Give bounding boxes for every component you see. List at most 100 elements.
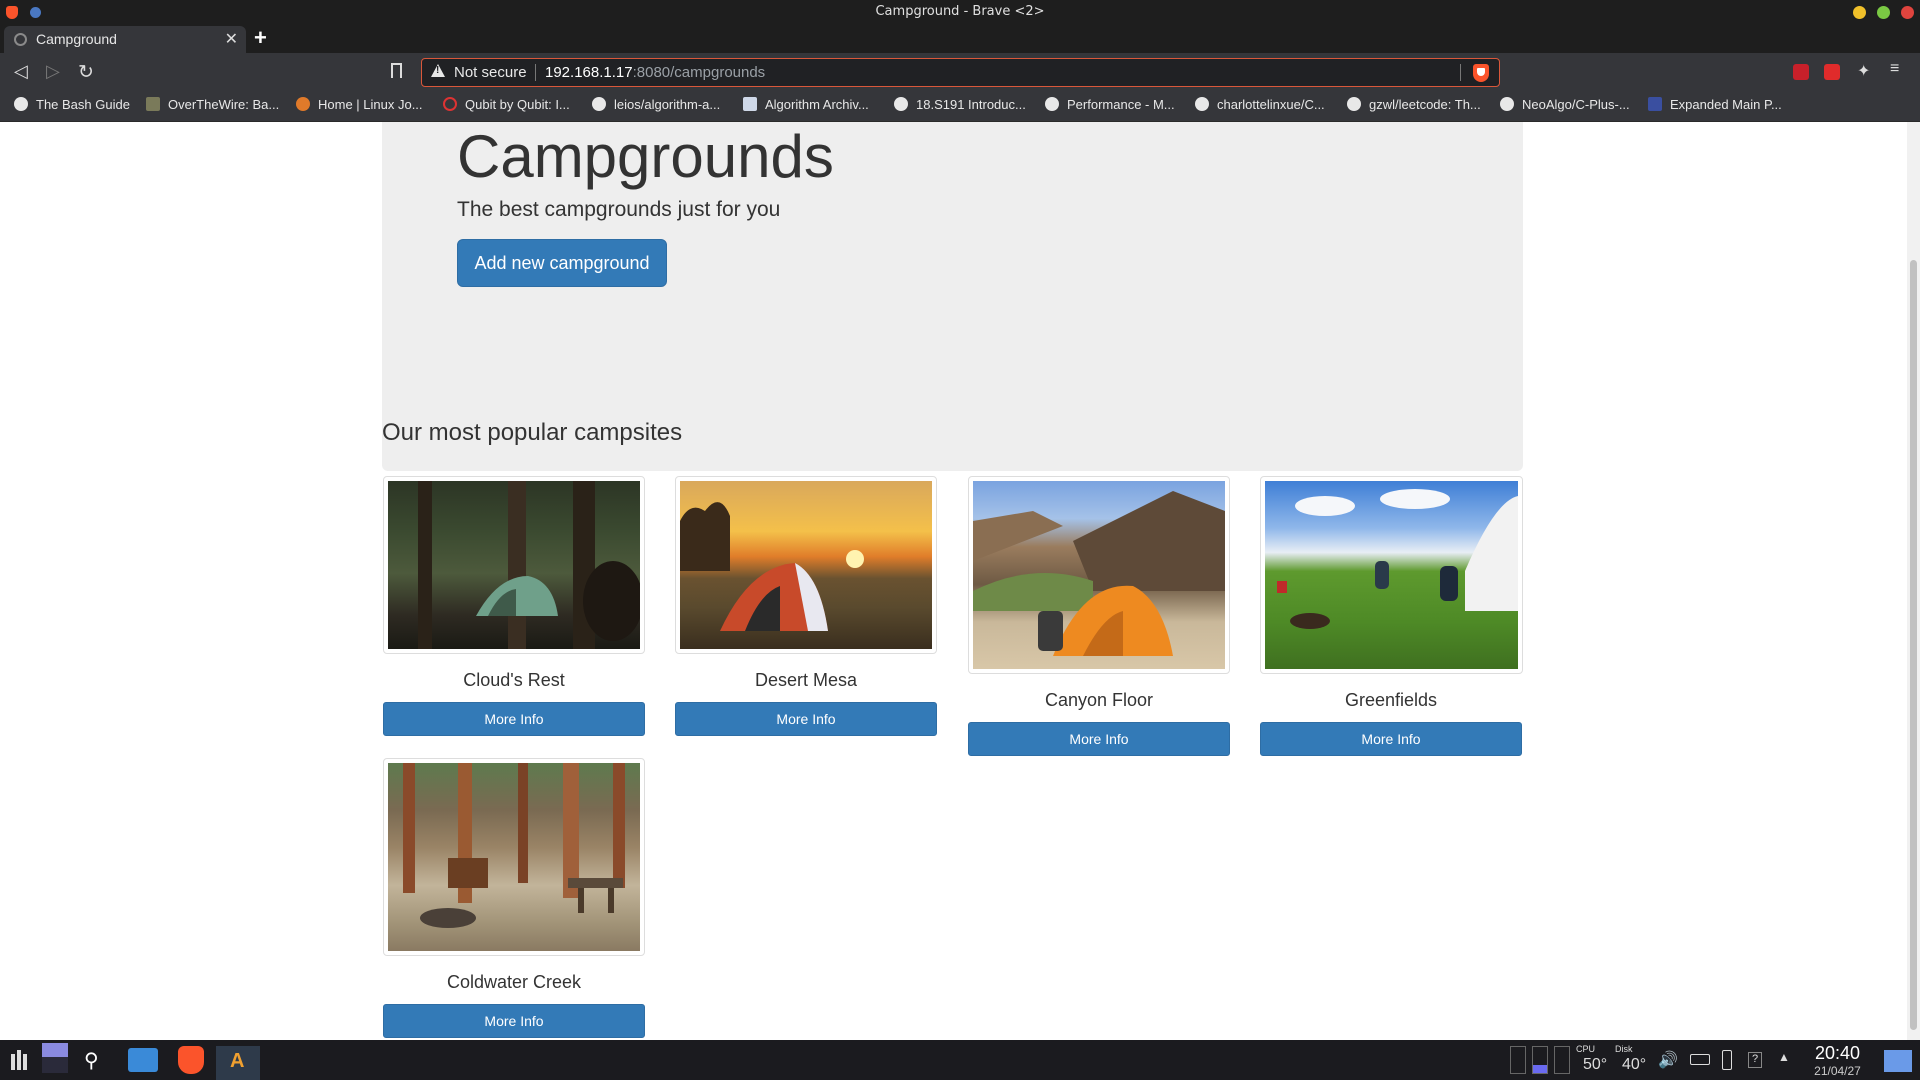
cpu-temp: 50° xyxy=(1583,1056,1608,1073)
divider xyxy=(535,64,536,81)
bookmark-item[interactable]: leios/algorithm-a... xyxy=(592,97,720,112)
reload-button[interactable]: ↻ xyxy=(78,61,94,84)
bookmark-item[interactable]: Expanded Main P... xyxy=(1648,97,1782,112)
campground-image-greenfields xyxy=(1265,481,1518,669)
sunset-tent-illustration xyxy=(680,502,864,631)
github-icon xyxy=(592,97,606,111)
brave-shields-icon[interactable] xyxy=(1473,64,1489,82)
campground-name: Desert Mesa xyxy=(754,670,858,690)
address-bar[interactable]: Not secure 192.168.1.17:8080/campgrounds xyxy=(421,58,1500,87)
more-info-button[interactable]: More Info xyxy=(675,702,937,736)
campground-thumbnail[interactable] xyxy=(968,476,1230,674)
bookmark-label: Qubit by Qubit: I... xyxy=(465,97,570,112)
bookmark-item[interactable]: Algorithm Archiv... xyxy=(743,97,869,112)
linux-journey-icon xyxy=(296,97,310,111)
bookmark-item[interactable]: The Bash Guide xyxy=(14,97,130,112)
more-info-button[interactable]: More Info xyxy=(968,722,1230,756)
bookmark-label: leios/algorithm-a... xyxy=(614,97,721,112)
window-title: Campground - Brave <2> xyxy=(875,4,1045,19)
campground-image-desert-mesa xyxy=(680,481,932,649)
clock[interactable]: 20:40 21/04/27 xyxy=(1800,1043,1875,1078)
canyon-tent-illustration xyxy=(973,491,1225,656)
workspace-1-indicator[interactable] xyxy=(1510,1046,1526,1074)
tab-strip: Campground ✕ + xyxy=(0,25,1920,53)
field-camp-illustration xyxy=(1277,489,1518,629)
bookmark-item[interactable]: OverTheWire: Ba... xyxy=(146,97,279,112)
campground-name: Coldwater Creek xyxy=(446,972,582,992)
security-status[interactable]: Not secure xyxy=(454,64,527,81)
creek-campsite-illustration xyxy=(403,763,625,928)
minimize-button[interactable] xyxy=(1853,6,1866,19)
page-title: Campgrounds xyxy=(457,123,834,190)
extension-s-icon[interactable] xyxy=(1824,64,1840,80)
divider xyxy=(382,453,1523,454)
workspace-2-indicator[interactable] xyxy=(1532,1046,1548,1074)
book-icon xyxy=(743,97,757,111)
campground-thumbnail[interactable] xyxy=(383,758,645,956)
more-info-button[interactable]: More Info xyxy=(383,702,645,736)
workspace-switcher[interactable] xyxy=(42,1043,68,1073)
scrollbar-thumb[interactable] xyxy=(1910,260,1917,1030)
qubit-icon xyxy=(443,97,457,111)
bookmark-label: 18.S191 Introduc... xyxy=(916,97,1026,112)
document-icon xyxy=(1648,97,1662,111)
bookmark-item[interactable]: 18.S191 Introduc... xyxy=(894,97,1026,112)
workspace-3-indicator[interactable] xyxy=(1554,1046,1570,1074)
file-manager-icon[interactable] xyxy=(128,1048,158,1072)
bookmark-item[interactable]: NeoAlgo/C-Plus-... xyxy=(1500,97,1630,112)
bookmark-label: charlottelinxue/C... xyxy=(1217,97,1325,112)
menu-icon[interactable]: ≡ xyxy=(1890,60,1899,78)
bookmark-item[interactable]: charlottelinxue/C... xyxy=(1195,97,1325,112)
page-scrollbar[interactable] xyxy=(1907,122,1920,1040)
app-menu-icon[interactable] xyxy=(11,1050,29,1070)
new-tab-button[interactable]: + xyxy=(254,25,267,51)
forward-button[interactable]: ▷ xyxy=(46,61,60,82)
campground-thumbnail[interactable] xyxy=(1260,476,1523,674)
back-button[interactable]: ◁ xyxy=(14,61,28,82)
os-taskbar: ⚲ A CPU 50° Disk 40° 🔊 ? ▲ 20:40 21/04/2… xyxy=(0,1040,1920,1080)
brave-browser-icon[interactable] xyxy=(178,1046,204,1074)
volume-icon[interactable]: 🔊 xyxy=(1658,1050,1678,1070)
bookmark-label: Home | Linux Jo... xyxy=(318,97,423,112)
globe-icon xyxy=(14,97,28,111)
window-titlebar: Campground - Brave <2> xyxy=(0,0,1920,25)
campground-thumbnail[interactable] xyxy=(675,476,937,654)
bookmark-item[interactable]: Home | Linux Jo... xyxy=(296,97,423,112)
add-campground-button[interactable]: Add new campground xyxy=(457,239,667,287)
show-desktop-button[interactable] xyxy=(1884,1050,1912,1072)
page-viewport: Campgrounds The best campgrounds just fo… xyxy=(0,122,1920,1040)
extensions-puzzle-icon[interactable]: ✦ xyxy=(1857,61,1870,81)
battery-icon[interactable] xyxy=(1690,1054,1710,1065)
campground-thumbnail[interactable] xyxy=(383,476,645,654)
extension-red-icon[interactable] xyxy=(1793,64,1809,80)
help-icon[interactable]: ? xyxy=(1748,1052,1762,1068)
more-info-button[interactable]: More Info xyxy=(383,1004,645,1038)
globe-icon xyxy=(1045,97,1059,111)
close-window-button[interactable] xyxy=(1901,6,1914,19)
search-icon[interactable]: ⚲ xyxy=(84,1048,99,1073)
workspace-active-indicator xyxy=(42,1043,68,1057)
bookmark-item[interactable]: Performance - M... xyxy=(1045,97,1175,112)
bookmark-item[interactable]: gzwl/leetcode: Th... xyxy=(1347,97,1481,112)
bookmark-label: The Bash Guide xyxy=(36,97,130,112)
bookmark-label: Expanded Main P... xyxy=(1670,97,1782,112)
cpu-label: CPU xyxy=(1576,1044,1596,1054)
overthewire-icon xyxy=(146,97,160,111)
bookmark-item[interactable]: Qubit by Qubit: I... xyxy=(443,97,570,112)
taskbar-active-app[interactable]: A xyxy=(216,1046,260,1080)
bookmark-icon[interactable] xyxy=(391,63,402,82)
tab-campground[interactable]: Campground ✕ xyxy=(4,26,246,53)
page-subtitle: The best campgrounds just for you xyxy=(457,198,781,221)
maximize-button[interactable] xyxy=(1877,6,1890,19)
device-icon[interactable] xyxy=(1722,1050,1732,1070)
app-menu-glyph xyxy=(11,1050,27,1070)
globe-icon xyxy=(14,33,27,46)
tab-title: Campground xyxy=(36,31,117,47)
url-text[interactable]: 192.168.1.17:8080/campgrounds xyxy=(545,64,765,81)
more-info-button[interactable]: More Info xyxy=(1260,722,1522,756)
close-tab-button[interactable]: ✕ xyxy=(225,29,238,49)
github-icon xyxy=(1347,97,1361,111)
url-host: 192.168.1.17 xyxy=(545,64,633,81)
bookmark-label: Performance - M... xyxy=(1067,97,1175,112)
tray-expand-icon[interactable]: ▲ xyxy=(1778,1050,1790,1064)
